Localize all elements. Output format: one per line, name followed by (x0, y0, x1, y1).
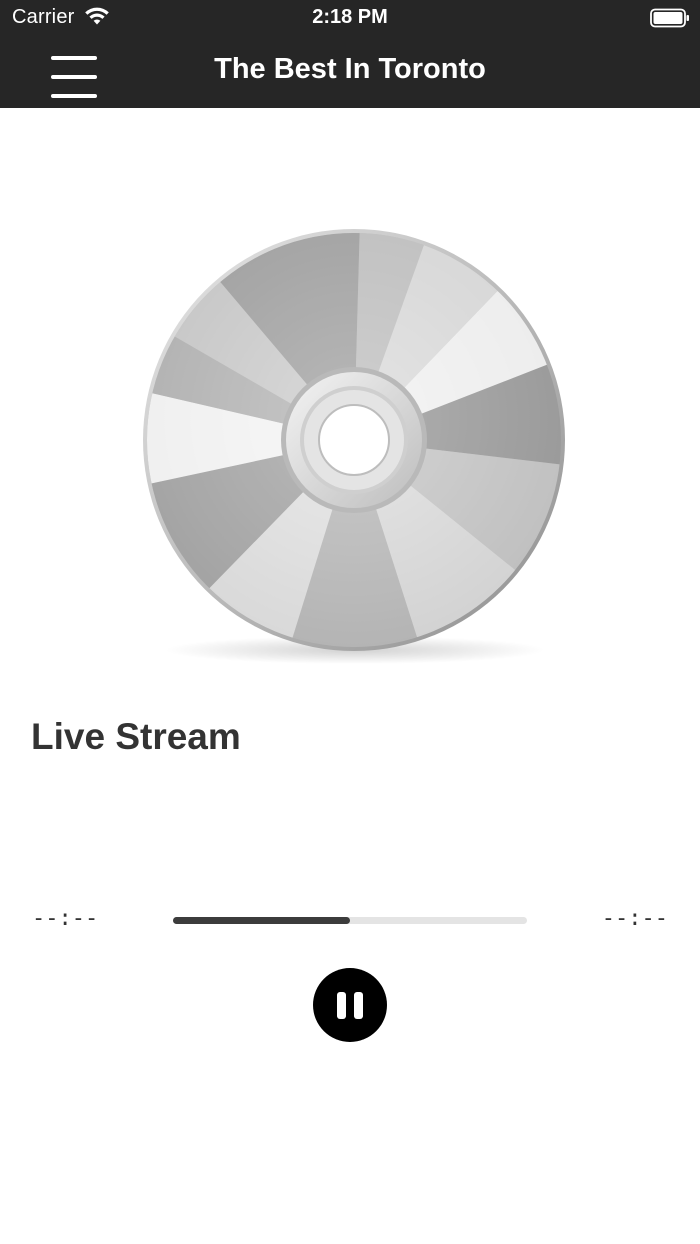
compact-disc-icon (143, 229, 565, 664)
remaining-time: --:-- (601, 906, 668, 931)
navigation-bar: The Best In Toronto (0, 36, 700, 108)
album-artwork (130, 218, 580, 678)
player-screen: Carrier 2:18 PM The Best In Toronto Live… (0, 0, 700, 1244)
elapsed-time: --:-- (32, 906, 99, 931)
status-bar: Carrier 2:18 PM (0, 0, 700, 36)
track-title: Live Stream (31, 716, 241, 757)
page-title: The Best In Toronto (214, 53, 486, 85)
pause-button[interactable] (313, 968, 387, 1042)
top-bar: Carrier 2:18 PM The Best In Toronto (0, 0, 700, 108)
battery-icon (650, 8, 689, 28)
playback-progress-slider[interactable] (173, 917, 527, 924)
status-time: 2:18 PM (312, 6, 388, 28)
progress-fill (173, 917, 350, 924)
